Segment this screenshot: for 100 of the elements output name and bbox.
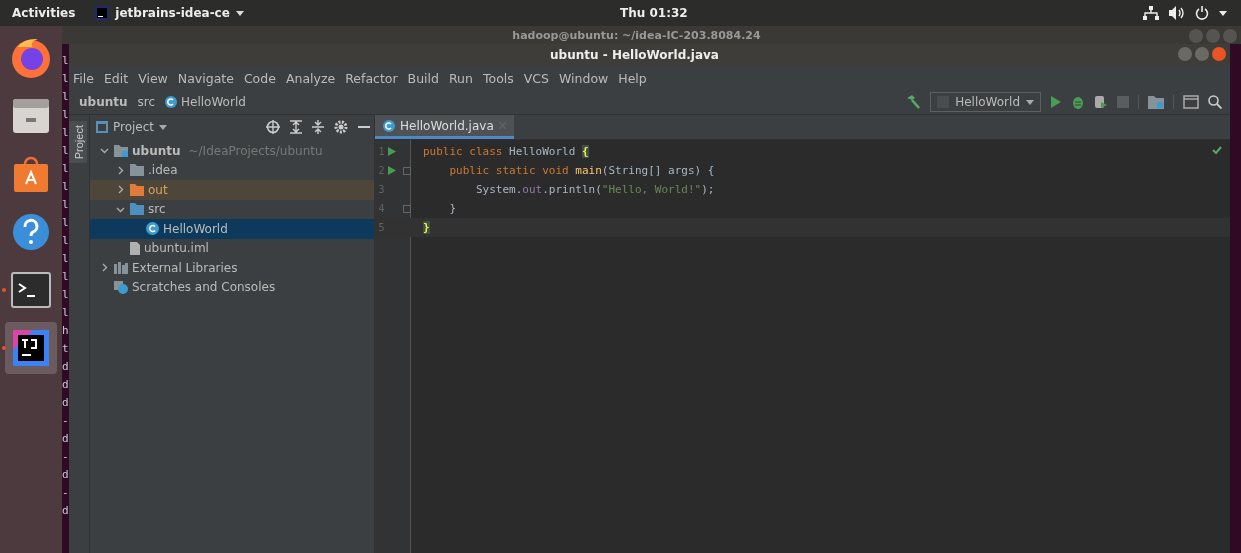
file-cabinet-icon (11, 96, 51, 136)
terminal-text: - (62, 413, 70, 429)
terminal-text: l (62, 53, 70, 69)
folder-icon (130, 183, 144, 196)
path-hint: ~/IdeaProjects/ubuntu (188, 143, 323, 158)
window-title: hadoop@ubuntu: ~/idea-IC-203.8084.24 (512, 28, 761, 42)
dock-item[interactable] (5, 322, 57, 374)
run-icon[interactable] (1050, 95, 1062, 109)
menu-item[interactable]: Window (559, 70, 609, 86)
hammer-icon[interactable] (905, 94, 922, 110)
collapse-all-icon[interactable] (312, 120, 324, 134)
tree-item[interactable]: HelloWorld (90, 219, 374, 239)
caret-icon (235, 10, 244, 16)
tree-item[interactable]: src (90, 199, 374, 219)
coverage-icon[interactable] (1094, 95, 1108, 109)
breadcrumb-item[interactable]: HelloWorld (161, 95, 252, 109)
menu-item[interactable]: Run (449, 70, 473, 86)
menu-item[interactable]: Tools (482, 70, 514, 86)
terminal-text: l (62, 251, 70, 267)
terminal-text: l (62, 233, 70, 249)
window-title: ubuntu - HelloWorld.java (550, 48, 719, 62)
terminal-text: l (62, 125, 70, 141)
class-icon (383, 119, 395, 132)
scratch-icon (114, 280, 128, 294)
terminal-text: d (62, 395, 70, 411)
window-icon[interactable] (1183, 95, 1199, 109)
volume-icon[interactable] (1169, 6, 1185, 20)
menu-item[interactable]: Analyze (285, 70, 336, 86)
bug-icon[interactable] (1071, 95, 1085, 109)
help-icon (11, 212, 51, 252)
caret-icon[interactable] (1219, 10, 1227, 16)
folder-icon (130, 203, 144, 216)
run-icon[interactable] (387, 166, 396, 175)
terminal-text: l (62, 143, 70, 159)
caret-icon (159, 124, 168, 130)
tree-item[interactable]: ubuntu.iml (90, 238, 374, 258)
menu-item[interactable]: Edit (103, 70, 129, 86)
project-side-tab[interactable]: Project (69, 121, 87, 164)
breadcrumb-item[interactable]: src (133, 95, 162, 109)
menu-item[interactable]: Code (243, 70, 276, 86)
minimize-icon[interactable] (358, 125, 370, 129)
activities-button[interactable]: Activities (12, 6, 76, 20)
tree-item[interactable]: Scratches and Consoles (90, 277, 374, 297)
chevron-down-icon[interactable] (99, 146, 109, 156)
checkmark-icon (1212, 146, 1222, 155)
code-line: } (448, 202, 457, 215)
close-icon[interactable] (1212, 47, 1226, 61)
expand-all-icon[interactable] (290, 120, 302, 134)
run-icon[interactable] (387, 147, 396, 156)
tree-item[interactable]: .idea (90, 160, 374, 180)
terminal-text: d (62, 431, 70, 447)
editor-tab[interactable]: HelloWorld.java (375, 115, 514, 139)
tree-item[interactable]: ubuntu ~/IdeaProjects/ubuntu (90, 141, 374, 161)
terminal-text: l (62, 287, 70, 303)
menu-item[interactable]: File (73, 70, 94, 86)
terminal-icon (11, 272, 51, 308)
breadcrumb-item[interactable]: ubuntu (75, 95, 134, 109)
terminal-text: - (62, 449, 70, 465)
terminal-text: l (62, 161, 70, 177)
power-icon[interactable] (1195, 6, 1209, 20)
terminal-text: d (62, 359, 70, 375)
terminal-text: h (62, 323, 70, 339)
code-line: public static void main(String[] args) { (448, 164, 715, 177)
search-icon[interactable] (1208, 95, 1222, 109)
terminal-text: l (62, 215, 70, 231)
terminal-text: l (62, 71, 70, 87)
terminal-text: d (62, 503, 70, 519)
menu-item[interactable]: Help (618, 70, 647, 86)
menu-item[interactable]: Navigate (177, 70, 234, 86)
terminal-text: d (62, 467, 70, 483)
idea-app-icon (95, 6, 110, 20)
run-configuration-dropdown[interactable]: HelloWorld (930, 92, 1041, 112)
code-line: System.out.println("Hello, World!"); (474, 183, 715, 196)
settings-icon[interactable] (334, 120, 348, 134)
menu-item[interactable]: Refactor (345, 70, 398, 86)
terminal-text: t (62, 341, 70, 357)
project-view-dropdown[interactable]: Project (96, 120, 168, 134)
terminal-text: l (62, 179, 70, 195)
caret-icon (1026, 99, 1034, 105)
menu-item[interactable]: View (138, 70, 168, 86)
code-line: public class HelloWorld { (423, 145, 589, 158)
tree-item[interactable]: External Libraries (90, 258, 374, 278)
locate-icon[interactable] (266, 120, 280, 134)
browser-icon (10, 37, 52, 79)
terminal-text: l (62, 269, 70, 285)
folder-icon[interactable] (1148, 95, 1164, 109)
menu-item[interactable]: VCS (523, 70, 549, 86)
module-folder-icon (114, 144, 128, 157)
tree-item[interactable]: out (90, 180, 374, 200)
clock[interactable]: Thu 01:32 (620, 6, 688, 20)
idea-app-icon (13, 330, 49, 366)
network-icon[interactable] (1143, 6, 1159, 20)
menu-item[interactable]: Build (407, 70, 439, 86)
terminal-text: l (62, 305, 70, 321)
terminal-text: d (62, 377, 70, 393)
terminal-text: - (62, 485, 70, 501)
app-menu[interactable]: jetbrains-idea-ce (95, 6, 244, 20)
folder-icon (130, 164, 144, 177)
shopping-bag-icon (11, 154, 51, 194)
file-icon (130, 241, 140, 255)
